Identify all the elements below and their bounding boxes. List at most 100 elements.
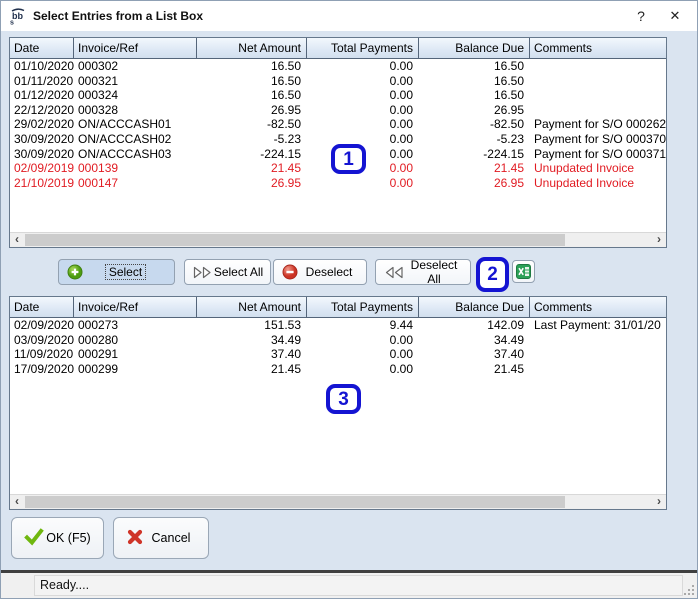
cell-payments: 0.00 — [389, 117, 413, 132]
red-cross-icon — [126, 528, 144, 549]
horizontal-scrollbar[interactable]: ‹ › — [10, 232, 666, 247]
deselect-button[interactable]: Deselect — [273, 259, 367, 285]
cell-comments — [530, 347, 666, 362]
cell-ref: 000321 — [78, 73, 119, 88]
scroll-left-arrow-icon[interactable]: ‹ — [10, 495, 24, 509]
help-button[interactable]: ? — [629, 5, 653, 27]
app-icon: bb s — [9, 7, 27, 27]
cell-payments: 0.00 — [389, 59, 413, 73]
cell-balance: -5.23 — [496, 131, 524, 146]
cancel-button[interactable]: Cancel — [113, 517, 209, 559]
cell-date: 03/09/2020 — [14, 332, 74, 347]
callout-marker-2: 2 — [476, 257, 509, 292]
cell-comments — [530, 103, 666, 118]
cell-net: 21.45 — [270, 361, 301, 376]
cell-payments: 0.00 — [389, 175, 413, 190]
callout-marker-3: 3 — [326, 384, 361, 414]
select-button-label: Select — [104, 264, 147, 280]
column-header-net-amount: Net Amount — [197, 297, 307, 317]
cell-ref: 000139 — [78, 161, 119, 176]
horizontal-scrollbar[interactable]: ‹ › — [10, 494, 666, 509]
scrollbar-thumb[interactable] — [25, 234, 565, 246]
window-title: Select Entries from a List Box — [33, 9, 204, 23]
select-all-button[interactable]: Select All — [184, 259, 271, 285]
table-row[interactable]: 21/10/2019 000147 26.95 0.00 26.95 Unupdated … — [10, 176, 666, 191]
column-header-net-amount: Net Amount — [197, 38, 307, 58]
cell-comments: Unupdated Invoice — [534, 161, 635, 176]
cell-balance: 21.45 — [493, 161, 524, 176]
cell-ref: 000302 — [78, 59, 119, 73]
column-header-balance-due: Balance Due — [419, 297, 530, 317]
close-button[interactable]: ✕ — [663, 5, 687, 27]
cell-date: 29/02/2020 — [14, 117, 74, 132]
cell-payments: 0.00 — [389, 73, 413, 88]
column-header-date: Date — [10, 38, 74, 58]
deselect-all-button-label: Deselect All — [410, 258, 458, 286]
select-entries-dialog: bb s Select Entries from a List Box ? ✕ … — [0, 0, 698, 599]
cell-net: 37.40 — [270, 347, 301, 362]
callout-marker-1: 1 — [331, 144, 366, 174]
scroll-right-arrow-icon[interactable]: › — [652, 495, 666, 509]
deselect-all-button[interactable]: Deselect All — [375, 258, 471, 286]
cell-ref: 000324 — [78, 88, 119, 103]
cell-net: 26.95 — [270, 175, 301, 190]
cell-date: 02/09/2020 — [14, 318, 74, 332]
cell-ref: ON/ACCCASH03 — [78, 146, 172, 161]
column-header-total-payments: Total Payments — [307, 38, 419, 58]
cell-date: 01/12/2020 — [14, 88, 74, 103]
cell-net: 21.45 — [270, 161, 301, 176]
cell-balance: 16.50 — [493, 88, 524, 103]
export-excel-button[interactable] — [512, 260, 535, 283]
ok-button[interactable]: OK (F5) — [11, 517, 104, 559]
cell-comments — [530, 362, 666, 377]
table-row[interactable]: 11/09/2020 000291 37.40 0.00 37.40 — [10, 347, 666, 362]
table-row[interactable]: 01/10/2020 000302 16.50 0.00 16.50 — [10, 59, 666, 74]
cell-ref: ON/ACCCASH02 — [78, 131, 172, 146]
plus-circle-icon — [67, 264, 83, 280]
cell-comments: Payment for S/O 000371 — [534, 146, 666, 161]
cell-date: 11/09/2020 — [14, 347, 74, 362]
cell-comments — [530, 74, 666, 89]
cell-balance: 26.95 — [493, 102, 524, 117]
cell-balance: -82.50 — [489, 117, 524, 132]
cell-date: 01/10/2020 — [14, 59, 74, 73]
scroll-left-arrow-icon[interactable]: ‹ — [10, 233, 24, 247]
cell-ref: 000147 — [78, 175, 119, 190]
scroll-right-arrow-icon[interactable]: › — [652, 233, 666, 247]
table-row[interactable]: 01/12/2020 000324 16.50 0.00 16.50 — [10, 88, 666, 103]
cell-comments — [530, 59, 666, 74]
table-row[interactable]: 17/09/2020 000299 21.45 0.00 21.45 — [10, 362, 666, 377]
table-header-row: Date Invoice/Ref Net Amount Total Paymen… — [10, 297, 666, 318]
double-chevron-left-icon — [384, 266, 404, 279]
table-header-row: Date Invoice/Ref Net Amount Total Paymen… — [10, 38, 666, 59]
svg-text:s: s — [10, 20, 14, 26]
table-row[interactable]: 03/09/2020 000280 34.49 0.00 34.49 — [10, 333, 666, 348]
cell-comments: Unupdated Invoice — [534, 175, 635, 190]
column-header-total-payments: Total Payments — [307, 297, 419, 317]
cell-balance: -224.15 — [483, 146, 524, 161]
cell-payments: 0.00 — [389, 131, 413, 146]
cell-net: 16.50 — [270, 59, 301, 73]
table-row[interactable]: 01/11/2020 000321 16.50 0.00 16.50 — [10, 74, 666, 89]
table-row[interactable]: 02/09/2020 000273 151.53 9.44 142.09 Last Pay… — [10, 318, 666, 333]
cell-balance: 142.09 — [487, 318, 524, 332]
select-button[interactable]: Select — [58, 259, 175, 285]
green-check-icon — [24, 527, 44, 549]
cell-ref: 000299 — [78, 361, 119, 376]
column-header-date: Date — [10, 297, 74, 317]
cell-payments: 0.00 — [389, 347, 413, 362]
cell-payments: 0.00 — [389, 332, 413, 347]
scrollbar-thumb[interactable] — [25, 496, 565, 508]
column-header-invoice-ref: Invoice/Ref — [74, 297, 197, 317]
cell-ref: 000280 — [78, 332, 119, 347]
excel-icon — [516, 264, 531, 279]
table-row[interactable]: 22/12/2020 000328 26.95 0.00 26.95 — [10, 103, 666, 118]
cell-ref: 000328 — [78, 102, 119, 117]
minus-circle-icon — [282, 264, 298, 280]
cell-date: 21/10/2019 — [14, 175, 74, 190]
cell-balance: 16.50 — [493, 59, 524, 73]
statusbar: Ready.... — [1, 573, 697, 598]
resize-grip[interactable] — [683, 584, 695, 596]
cell-net: -5.23 — [273, 131, 301, 146]
table-row[interactable]: 29/02/2020 ON/ACCCASH01 -82.50 0.00 -82.50 Pa… — [10, 117, 666, 132]
